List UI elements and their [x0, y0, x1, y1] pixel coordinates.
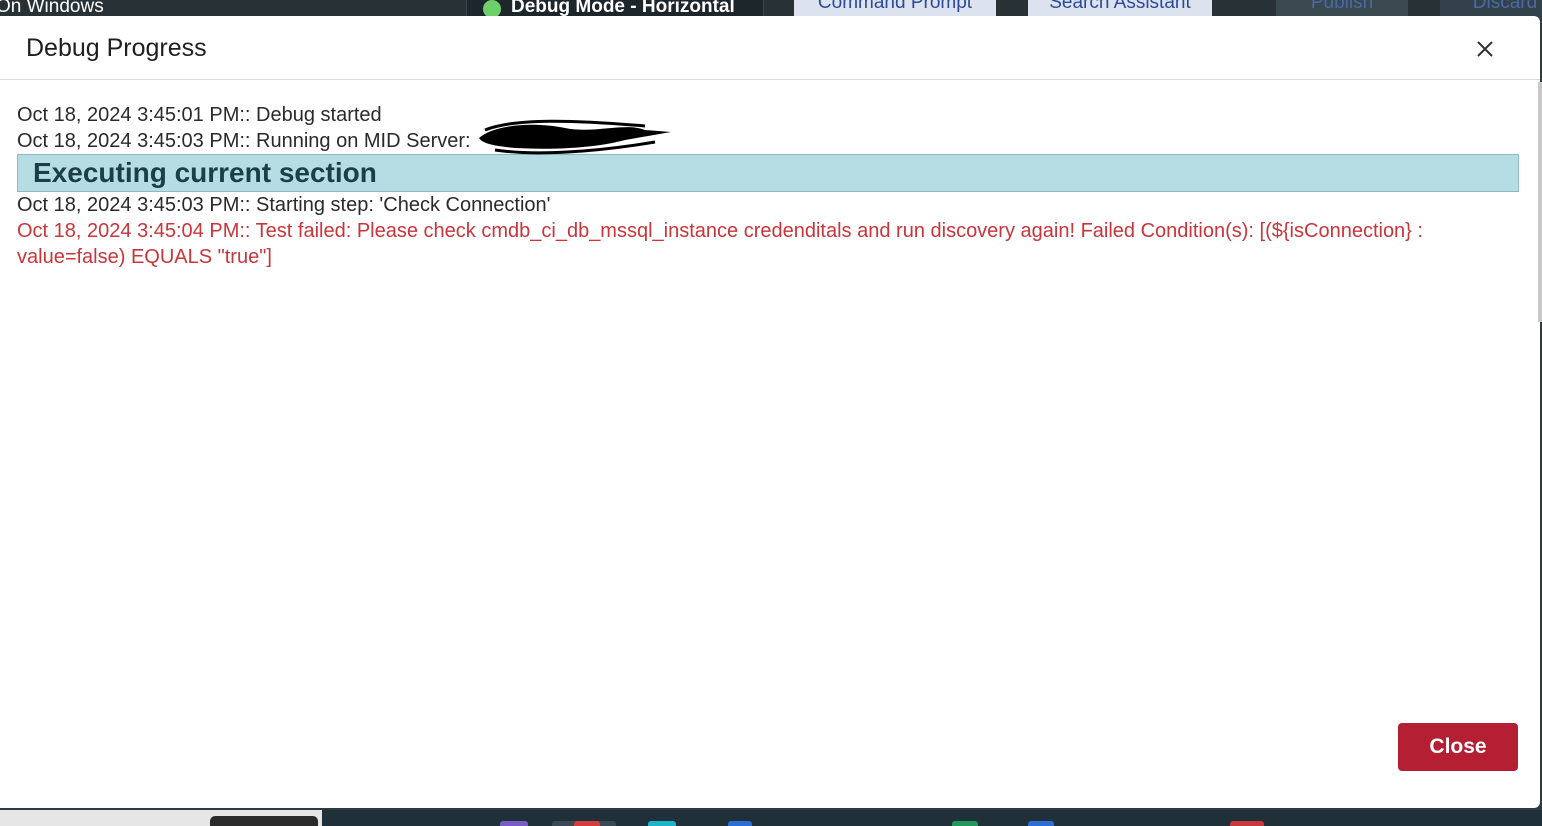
dialog-title: Debug Progress [26, 34, 207, 62]
taskbar-active-tab[interactable] [210, 816, 318, 826]
taskbar-app-icon[interactable] [574, 821, 600, 826]
log-line: Oct 18, 2024 3:45:01 PM:: Debug started [17, 104, 382, 126]
log-line-mid-server: Oct 18, 2024 3:45:03 PM:: Running on MID… [17, 119, 1519, 155]
taskbar-app-icon[interactable] [1028, 821, 1054, 826]
taskbar-app-icon[interactable] [648, 821, 676, 826]
redaction-scribble [479, 119, 671, 155]
command-prompt-label: Command Prompt [817, 0, 973, 13]
close-button[interactable]: Close [1398, 723, 1518, 771]
search-assistant-label: Search Assistant [1049, 0, 1191, 13]
taskbar-app-icon[interactable] [728, 821, 752, 826]
log-line-error: Oct 18, 2024 3:45:04 PM:: Test failed: P… [17, 220, 1423, 268]
publish-label: Publish [1310, 0, 1374, 13]
log-line: Oct 18, 2024 3:45:03 PM:: Starting step:… [17, 194, 551, 216]
scrollbar[interactable] [1538, 82, 1542, 322]
log-line-text: Oct 18, 2024 3:45:03 PM:: Running on MID… [17, 130, 471, 152]
taskbar-app-icon[interactable] [1230, 821, 1264, 826]
taskbar [0, 810, 1542, 826]
taskbar-app-icon[interactable] [952, 821, 978, 826]
discard-label: Discard [1472, 0, 1538, 13]
section-banner: Executing current section [17, 154, 1519, 192]
debug-log: Oct 18, 2024 3:45:01 PM:: Debug started … [17, 102, 1519, 270]
taskbar-app-icon[interactable] [500, 821, 528, 826]
dialog-header: Debug Progress [0, 16, 1540, 80]
close-icon[interactable] [1470, 34, 1500, 64]
debug-progress-dialog: Debug Progress Oct 18, 2024 3:45:01 PM::… [0, 16, 1542, 808]
